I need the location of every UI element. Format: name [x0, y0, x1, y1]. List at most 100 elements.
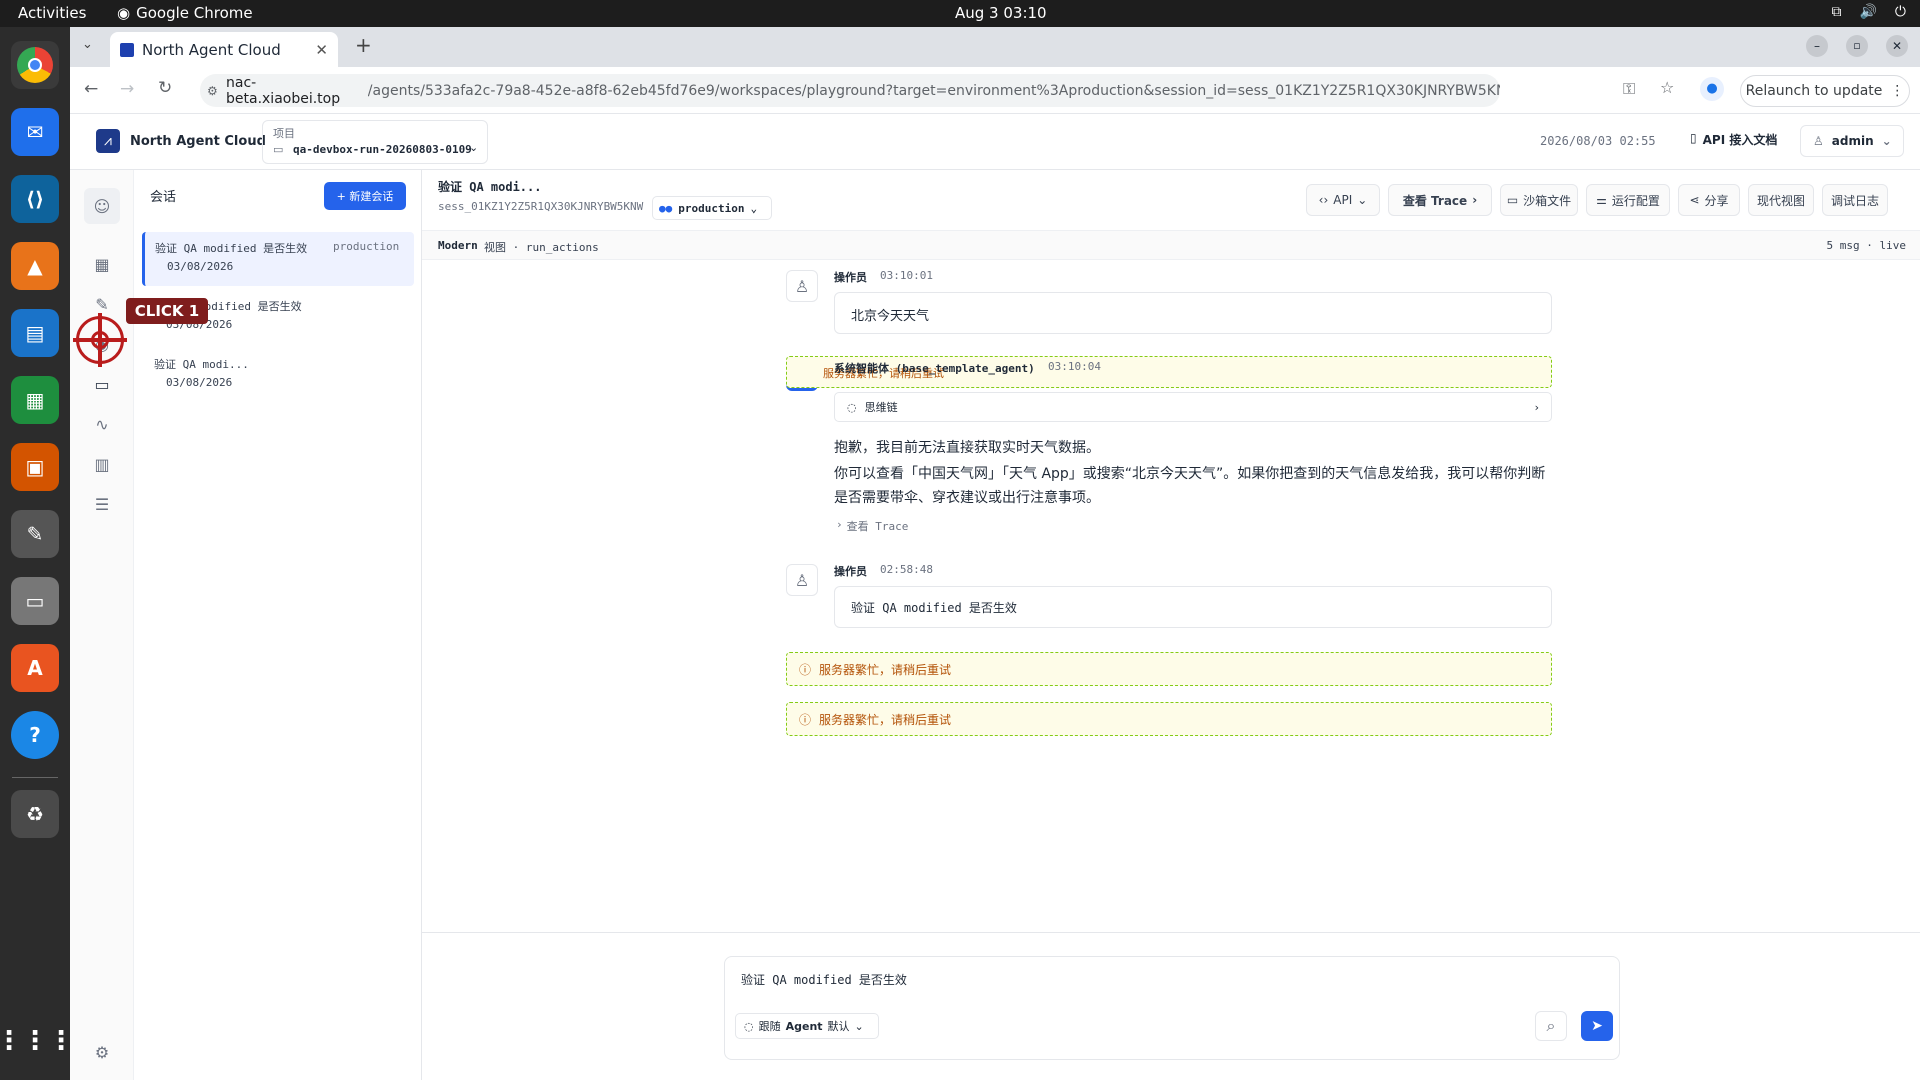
writer-icon[interactable]: ▤: [11, 309, 59, 357]
system-tray[interactable]: ⧉ 🔊 ⏻: [1831, 4, 1906, 20]
chrome-icon: ◉: [117, 4, 131, 22]
show-apps-icon[interactable]: ⋮⋮⋮: [0, 1017, 74, 1065]
dashboard-icon[interactable]: ▦: [90, 252, 114, 276]
nav-rail: ☺ ▦ ✎ ◉ ▭ ∿ ▥ ☰ ⚙: [70, 170, 134, 1080]
new-tab-icon[interactable]: +: [355, 33, 372, 57]
project-selector[interactable]: 项目 ▭ qa-devbox-run-20260803-0109 ⌄: [262, 120, 488, 164]
back-icon[interactable]: ←: [84, 79, 98, 99]
chart-icon[interactable]: ▥: [90, 452, 114, 476]
brain-icon: ◌: [847, 400, 857, 414]
tab-close-icon[interactable]: ✕: [315, 41, 328, 59]
operator-avatar-icon: ♙: [786, 564, 818, 596]
view-trace-button[interactable]: 查看 Trace ›: [1388, 184, 1492, 216]
thinking-chain-toggle[interactable]: ◌ 思维链 ›: [834, 392, 1552, 422]
send-button[interactable]: ➤: [1581, 1011, 1613, 1041]
active-app: ◉ Google Chrome: [117, 4, 253, 22]
message-time: 03:10:01: [880, 269, 933, 282]
chat-main: 验证 QA modi... sess_01KZ1Y2Z5R1QX30KJNRYB…: [422, 170, 1920, 1080]
profile-icon[interactable]: ●: [1700, 77, 1724, 101]
clock[interactable]: Aug 3 03:10: [955, 4, 1047, 22]
app-center-icon[interactable]: A: [11, 644, 59, 692]
api-docs-link[interactable]: ▯ API 接入文档: [1690, 131, 1777, 148]
code-icon: ‹›: [1318, 193, 1329, 207]
vscode-icon[interactable]: ⟨⟩: [11, 175, 59, 223]
trace-link-label: 查看 Trace: [846, 520, 909, 533]
project-label: 项目: [273, 127, 295, 140]
api-label: API: [1333, 193, 1353, 207]
session-heading: 验证 QA modi...: [438, 180, 542, 194]
os-top-bar: Activities ◉ Google Chrome Aug 3 03:10 ⧉ 🔊…: [0, 0, 1920, 27]
header-datetime: 2026/08/03 02:55: [1540, 134, 1656, 148]
run-config-button[interactable]: ⚌ 运行配置: [1586, 184, 1670, 216]
app-header: ⩘ North Agent Cloud 项目 ▭ qa-devbox-run-2…: [70, 115, 1920, 170]
relaunch-button[interactable]: Relaunch to update ⋮: [1740, 75, 1910, 107]
trace-label: 查看 Trace: [1402, 193, 1468, 208]
new-session-button[interactable]: + 新建会话: [324, 182, 406, 210]
brain-icon: ◌: [744, 1019, 754, 1033]
forward-icon[interactable]: →: [120, 79, 134, 99]
env-dot-icon: ●●: [659, 201, 673, 215]
sandbox-files-button[interactable]: ▭ 沙箱文件: [1500, 184, 1578, 216]
chevron-down-icon: ⌄: [1357, 193, 1368, 207]
message-role: 操作员: [834, 565, 867, 578]
operator-avatar-icon: ♙: [786, 270, 818, 302]
view-trace-link[interactable]: › 查看 Trace: [836, 518, 908, 534]
url-field[interactable]: ⚙ nac-beta.xiaobei.top/agents/533afa2c-7…: [200, 74, 1500, 107]
sliders-icon[interactable]: ☰: [90, 492, 114, 516]
files-icon[interactable]: ▭: [11, 577, 59, 625]
browser-tab[interactable]: North Agent Cloud ✕: [110, 32, 338, 67]
agent-name: Agent: [785, 1019, 823, 1033]
agent-bot-icon[interactable]: ☺: [84, 188, 120, 224]
session-item[interactable]: 验证 QA modi... 03/08/2026: [142, 352, 414, 400]
modern-view-button[interactable]: 现代视图: [1748, 184, 1814, 216]
user-menu[interactable]: ♙ admin ⌄: [1800, 125, 1904, 157]
message-input[interactable]: 验证 QA modified 是否生效: [741, 971, 907, 988]
response-paragraph: 你可以查看「中国天气网」「天气 App」或搜索“北京今天天气”。如果你把查到的天…: [834, 466, 1546, 506]
password-key-icon[interactable]: ⚿: [1623, 79, 1635, 99]
site-info-icon[interactable]: ⚙: [207, 84, 218, 98]
gimp-icon[interactable]: ✎: [11, 510, 59, 558]
session-title: 验证 QA modi...: [154, 358, 249, 371]
user-name: admin: [1831, 134, 1874, 148]
agent-selector[interactable]: ◌ 跟随 Agent 默认 ⌄: [735, 1013, 879, 1039]
volume-icon: 🔊: [1859, 4, 1877, 20]
help-icon[interactable]: ?: [11, 711, 59, 759]
chat-icon[interactable]: ▭: [90, 372, 114, 396]
session-item-active[interactable]: 验证 QA modified 是否生效 production 03/08/202…: [142, 232, 414, 286]
activities-button[interactable]: Activities: [18, 4, 86, 22]
book-icon: ▯: [1690, 131, 1697, 145]
view-status-bar: Modern 视图 · run_actions 5 msg · live: [422, 230, 1920, 260]
api-button[interactable]: ‹› API ⌄: [1306, 184, 1380, 216]
close-window-icon[interactable]: ✕: [1886, 35, 1908, 57]
activity-icon[interactable]: ∿: [90, 412, 114, 436]
calc-icon[interactable]: ▦: [11, 376, 59, 424]
view-mode: Modern: [438, 239, 478, 252]
attach-icon[interactable]: ⌕: [1535, 1011, 1567, 1041]
share-label: 分享: [1704, 193, 1729, 208]
chevron-right-icon: ›: [836, 518, 843, 531]
folder-icon: ▭: [1506, 193, 1519, 207]
trash-icon[interactable]: ♻: [11, 790, 59, 838]
minimize-icon[interactable]: –: [1806, 35, 1828, 57]
environment-select[interactable]: ●● production ⌄: [652, 196, 772, 220]
message-time: 02:58:48: [880, 563, 933, 576]
bookmark-star-icon[interactable]: ☆: [1660, 78, 1674, 97]
reload-icon[interactable]: ↻: [158, 78, 172, 98]
response-paragraph: 抱歉，我目前无法直接获取实时天气数据。: [834, 440, 1100, 456]
settings-gear-icon[interactable]: ⚙: [90, 1040, 114, 1064]
network-icon: ⧉: [1831, 4, 1842, 20]
thunderbird-icon[interactable]: ✉: [11, 108, 59, 156]
chrome-dock-icon[interactable]: [11, 41, 59, 89]
brand-name[interactable]: North Agent Cloud: [130, 134, 266, 149]
chevron-down-icon: ⌄: [1881, 134, 1892, 148]
debug-log-button[interactable]: 调试日志: [1822, 184, 1888, 216]
vlc-icon[interactable]: ▲: [11, 242, 59, 290]
impress-icon[interactable]: ▣: [11, 443, 59, 491]
share-button[interactable]: ⋖ 分享: [1678, 184, 1740, 216]
edit-icon[interactable]: ✎: [90, 292, 114, 316]
tab-search-icon[interactable]: ⌄: [82, 37, 93, 52]
share-icon: ⋖: [1689, 193, 1700, 207]
api-docs-label: API 接入文档: [1702, 133, 1778, 147]
restore-icon[interactable]: ▫: [1846, 35, 1868, 57]
click-annotation-label: CLICK 1: [126, 298, 208, 324]
